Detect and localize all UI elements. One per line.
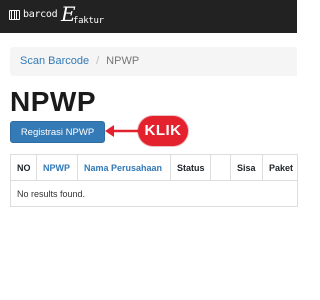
column-header-blank	[210, 154, 231, 181]
annotation-arrow-icon	[105, 125, 139, 137]
column-header-sisa: Sisa	[230, 154, 263, 181]
column-header-no: NO	[10, 154, 37, 181]
breadcrumb-separator: /	[96, 55, 100, 67]
breadcrumb-home-link[interactable]: Scan Barcode	[20, 55, 89, 67]
empty-results-message: No results found.	[10, 180, 298, 207]
top-navbar: barcod E faktur	[0, 0, 297, 33]
column-header-status: Status	[170, 154, 211, 181]
breadcrumb: Scan Barcode / NPWP	[10, 47, 297, 76]
npwp-table: NO NPWP Nama Perusahaan Status Sisa Pake…	[10, 154, 298, 207]
barcode-icon	[9, 10, 20, 20]
klik-callout-badge: KLIK	[138, 116, 188, 146]
column-header-nama-perusahaan[interactable]: Nama Perusahaan	[77, 154, 171, 181]
table-row: No results found.	[10, 180, 298, 207]
breadcrumb-current: NPWP	[106, 55, 140, 67]
brand-text-part3: faktur	[73, 16, 104, 26]
column-header-npwp[interactable]: NPWP	[36, 154, 78, 181]
table-header-row: NO NPWP Nama Perusahaan Status Sisa Pake…	[10, 154, 298, 181]
register-npwp-button[interactable]: Registrasi NPWP	[10, 121, 105, 143]
page-title: NPWP	[10, 86, 96, 117]
column-header-paket: Paket	[262, 154, 298, 181]
brand-text-part1: barcod	[23, 9, 58, 20]
